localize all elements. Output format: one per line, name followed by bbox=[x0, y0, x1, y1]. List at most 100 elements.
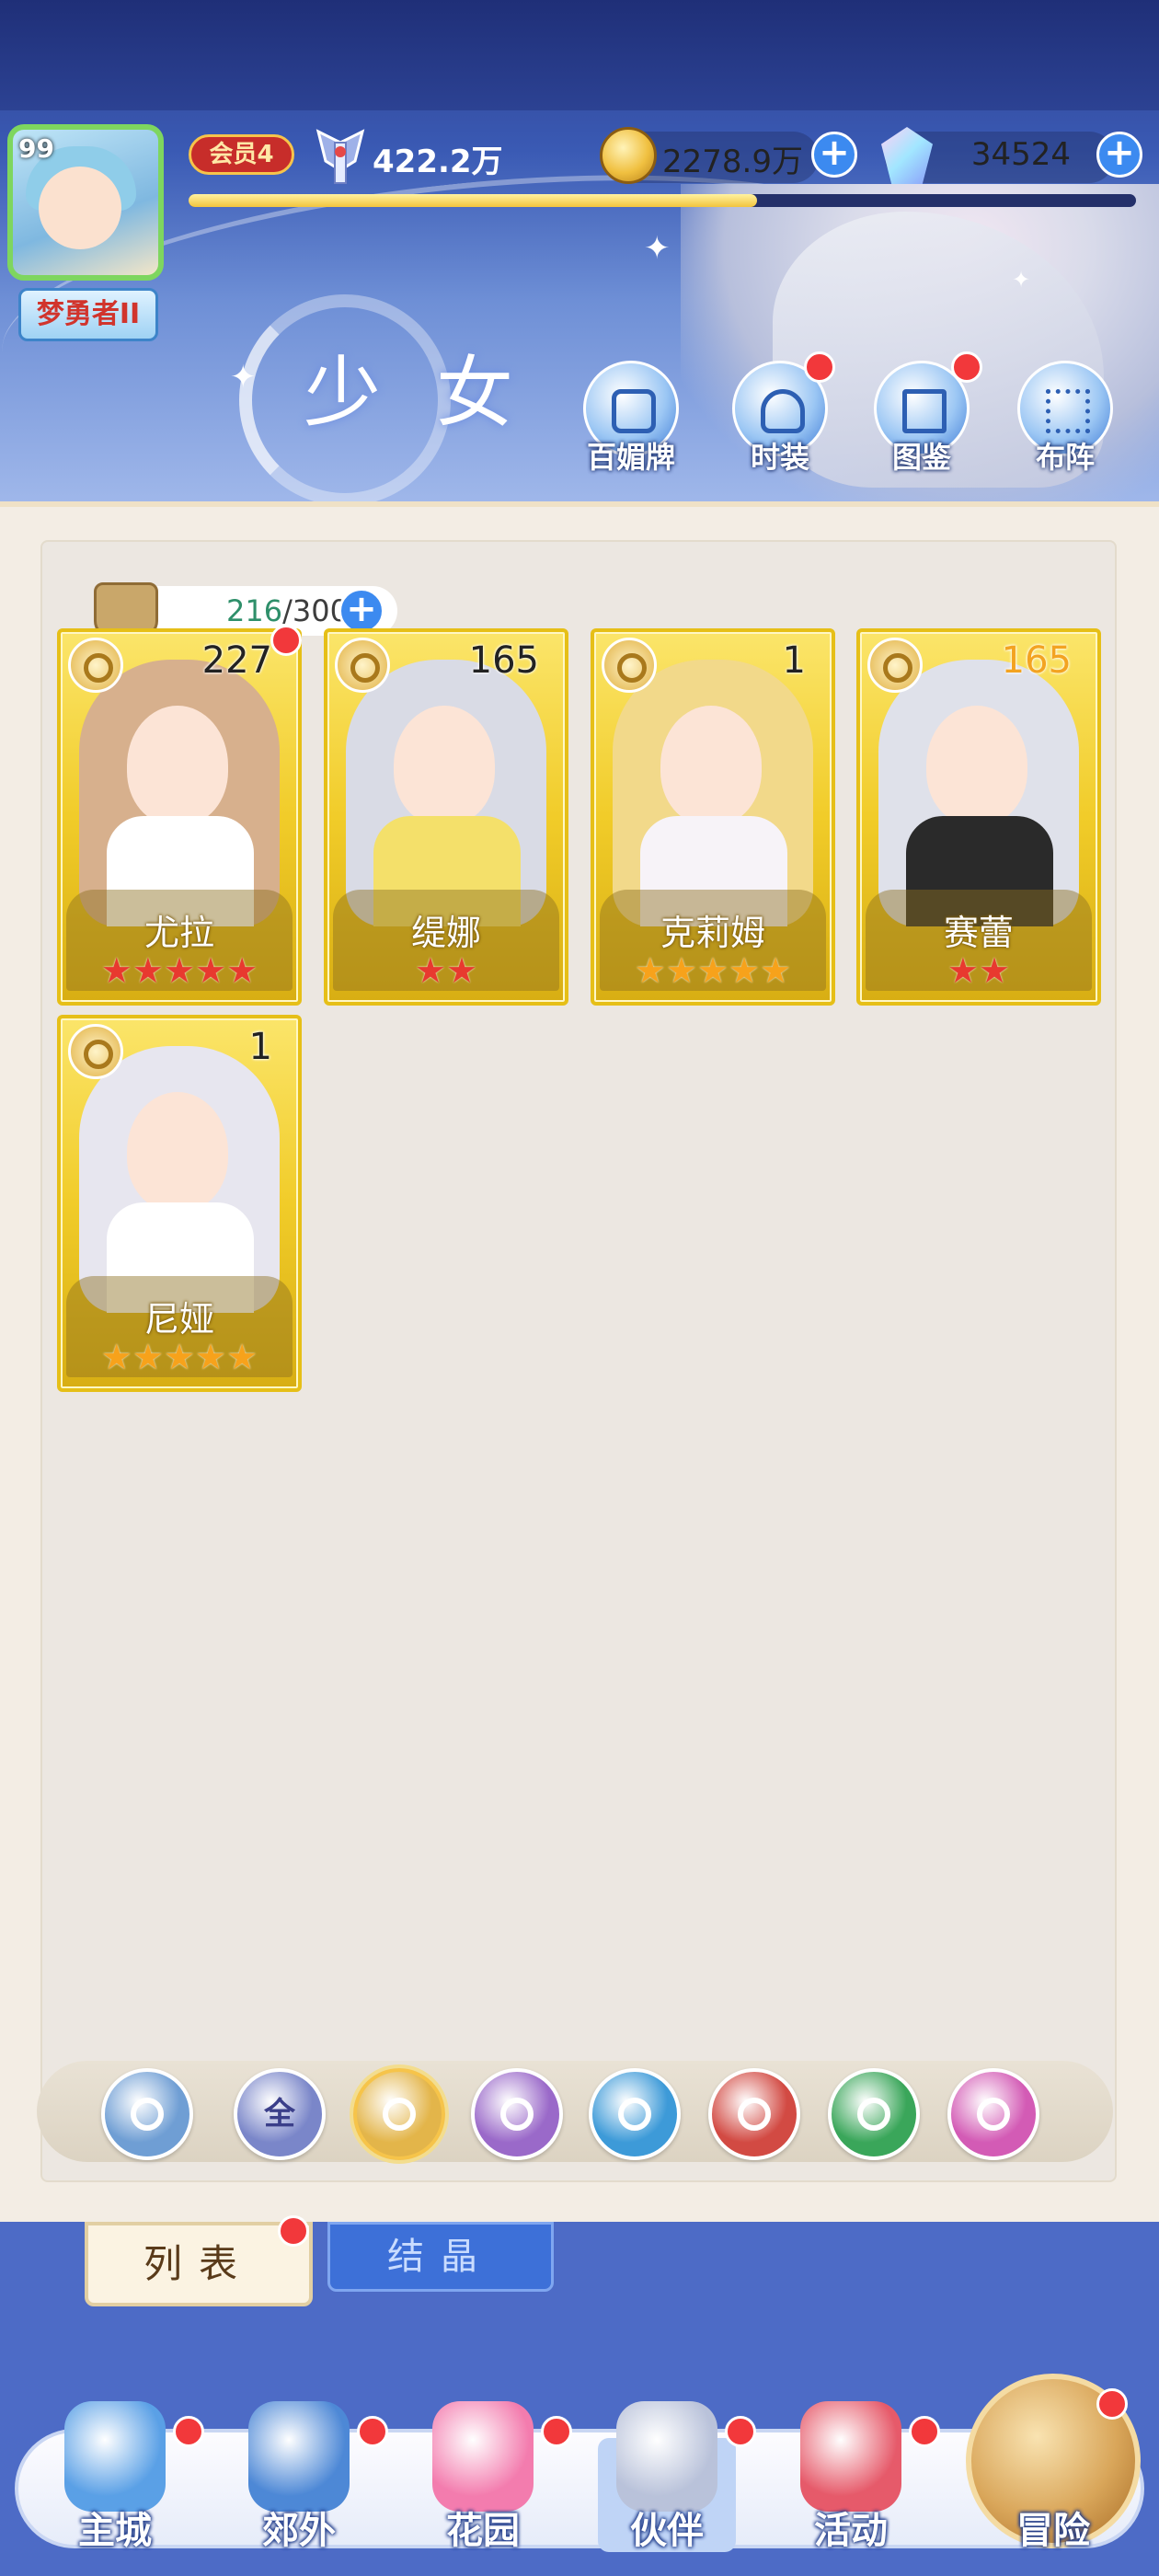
water-element-filter[interactable] bbox=[589, 2068, 681, 2160]
capacity-count: 216/300 bbox=[226, 593, 349, 628]
portal-icon bbox=[248, 2401, 350, 2512]
star-icon: ★ bbox=[665, 950, 697, 991]
portrait-face bbox=[660, 706, 762, 825]
bottom-nav-item[interactable]: 活动 bbox=[763, 2392, 940, 2558]
partner-avatar-icon bbox=[616, 2401, 717, 2512]
nature-element-filter[interactable] bbox=[828, 2068, 920, 2160]
portrait-face bbox=[926, 706, 1027, 825]
star-icon: ★ bbox=[696, 950, 729, 991]
notification-dot bbox=[725, 2416, 756, 2447]
partner-card[interactable]: 1 克莉姆 ★★★★★ bbox=[591, 628, 835, 1006]
nav-button-cards[interactable]: 百媚牌 bbox=[576, 361, 686, 480]
expand-capacity-button[interactable]: + bbox=[339, 588, 384, 634]
bottom-nav-item[interactable]: 花园 bbox=[396, 2392, 572, 2558]
dark-element-filter[interactable] bbox=[947, 2068, 1039, 2160]
nav-button-label: 布阵 bbox=[1035, 440, 1095, 475]
light-element-icon bbox=[335, 638, 390, 693]
gift-box-icon bbox=[800, 2401, 901, 2512]
light-element-icon bbox=[68, 638, 123, 693]
notification-dot bbox=[173, 2416, 204, 2447]
star-icon: ★ bbox=[132, 950, 164, 991]
add-gem-button[interactable]: + bbox=[1096, 132, 1142, 178]
partner-card[interactable]: 1 尼娅 ★★★★★ bbox=[57, 1015, 302, 1392]
light-element-icon bbox=[602, 638, 657, 693]
exp-bar bbox=[189, 194, 1136, 207]
gem-amount: 34524 bbox=[970, 136, 1072, 173]
partner-stars: ★★★★★ bbox=[61, 1339, 298, 1375]
power-trophy-icon bbox=[316, 129, 365, 184]
star-icon: ★ bbox=[163, 950, 196, 991]
bottom-nav-label: 主城 bbox=[78, 2510, 152, 2552]
star-icon: ★ bbox=[226, 950, 258, 991]
bottom-nav-label: 冒险 bbox=[1016, 2510, 1090, 2552]
partner-card[interactable]: 165 缇娜 ★★ bbox=[324, 628, 568, 1006]
star-icon: ★ bbox=[195, 1337, 227, 1377]
fire-element-filter[interactable] bbox=[708, 2068, 800, 2160]
nav-button-gallery[interactable]: 图鉴 bbox=[866, 351, 982, 480]
bottom-nav-item[interactable]: 冒险 bbox=[966, 2388, 1141, 2558]
star-icon: ★ bbox=[163, 1337, 196, 1377]
light-element-filter[interactable] bbox=[353, 2068, 445, 2160]
moon-element-filter[interactable] bbox=[471, 2068, 563, 2160]
sparkle-icon: ✦ bbox=[1012, 267, 1031, 293]
star-icon: ★ bbox=[446, 950, 478, 991]
bottom-nav-item[interactable]: 伙伴 bbox=[580, 2392, 756, 2558]
water-element-icon bbox=[618, 2098, 651, 2131]
tab-crystal[interactable]: 结晶 bbox=[327, 2222, 554, 2292]
partner-stars: ★★★★★ bbox=[61, 952, 298, 989]
nav-button-costume[interactable]: 时装 bbox=[725, 351, 835, 480]
light-element-icon bbox=[867, 638, 923, 693]
nav-button-label: 图鉴 bbox=[891, 440, 951, 475]
portrait-face bbox=[127, 1092, 228, 1212]
partner-stars: ★★ bbox=[327, 952, 565, 989]
heart-garden-icon bbox=[432, 2401, 534, 2512]
add-gold-button[interactable]: + bbox=[811, 132, 857, 178]
partner-card[interactable]: 227 尤拉 ★★★★★ bbox=[57, 628, 302, 1006]
dark-element-icon bbox=[977, 2098, 1010, 2131]
exp-bar-fill bbox=[189, 194, 757, 207]
star-icon: ★ bbox=[760, 950, 792, 991]
nav-button-label: 百媚牌 bbox=[586, 440, 675, 475]
bottom-nav-item[interactable]: 主城 bbox=[28, 2392, 204, 2558]
partner-name: 克莉姆 bbox=[660, 913, 765, 953]
notification-dot bbox=[270, 625, 302, 656]
combat-power: 422.2万 bbox=[373, 144, 503, 180]
wind-element-filter[interactable] bbox=[101, 2068, 193, 2160]
vip-badge[interactable]: 会员4 bbox=[189, 134, 294, 175]
bottom-nav-label: 伙伴 bbox=[630, 2510, 704, 2552]
portrait-face bbox=[394, 706, 495, 825]
star-icon: ★ bbox=[729, 950, 761, 991]
top-bar bbox=[0, 0, 1159, 110]
castle-icon bbox=[64, 2401, 166, 2512]
partner-name: 尼娅 bbox=[143, 1299, 214, 1340]
moon-element-icon bbox=[500, 2098, 534, 2131]
partner-level: 165 bbox=[1001, 639, 1072, 682]
all-filter[interactable]: 全 bbox=[234, 2068, 326, 2160]
page-title: 少女 bbox=[304, 348, 569, 438]
nature-element-icon bbox=[857, 2098, 890, 2131]
partner-level: 1 bbox=[248, 1026, 272, 1068]
avatar-face bbox=[39, 167, 121, 249]
portrait-face bbox=[127, 706, 228, 825]
partner-name: 缇娜 bbox=[410, 913, 481, 953]
nav-button-label: 时装 bbox=[750, 440, 809, 475]
star-icon: ★ bbox=[226, 1337, 258, 1377]
gold-coin-icon bbox=[600, 127, 657, 184]
notification-dot bbox=[909, 2416, 940, 2447]
player-title-badge[interactable]: 梦勇者II bbox=[18, 288, 158, 341]
light-element-icon bbox=[68, 1024, 123, 1079]
star-icon: ★ bbox=[947, 950, 979, 991]
partner-card[interactable]: 165 赛蕾 ★★ bbox=[856, 628, 1101, 1006]
sparkle-icon: ✦ bbox=[644, 230, 671, 267]
bottom-nav-label: 活动 bbox=[814, 2510, 888, 2552]
partner-level: 227 bbox=[201, 639, 272, 682]
nav-button-formation[interactable]: 布阵 bbox=[1010, 361, 1120, 480]
bottom-nav-label: 花园 bbox=[446, 2510, 520, 2552]
bottom-nav-item[interactable]: 郊外 bbox=[212, 2392, 388, 2558]
partner-stars: ★★★★★ bbox=[594, 952, 832, 989]
notification-dot bbox=[278, 2215, 309, 2247]
fire-element-icon bbox=[738, 2098, 771, 2131]
wind-element-icon bbox=[131, 2098, 164, 2131]
capacity-current: 216 bbox=[226, 593, 283, 628]
light-element-icon bbox=[383, 2098, 416, 2131]
